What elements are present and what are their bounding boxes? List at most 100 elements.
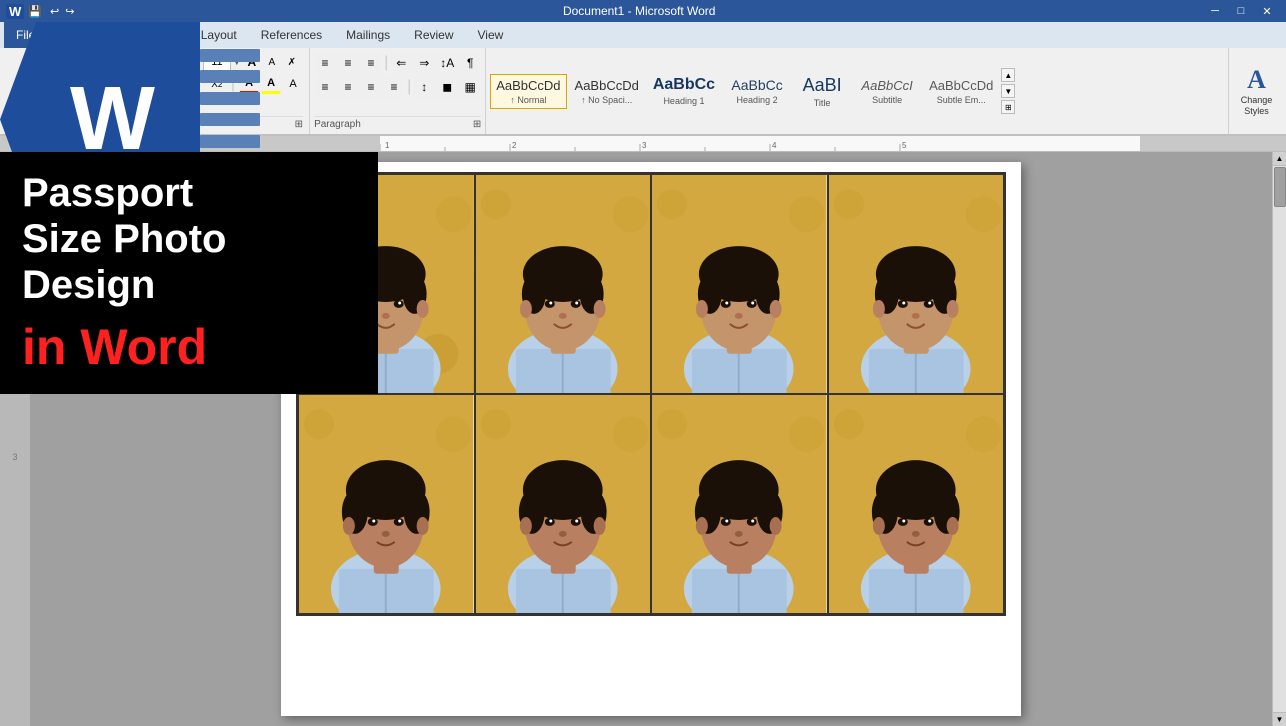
justify-btn[interactable]: ≡: [383, 76, 405, 98]
font-name-dropdown[interactable]: ▼: [193, 58, 201, 67]
quick-access-save[interactable]: 💾: [24, 5, 46, 18]
copy-btn[interactable]: ⎘: [27, 91, 44, 108]
underline-btn[interactable]: U: [125, 74, 145, 94]
cut-btn[interactable]: ✂: [8, 91, 25, 108]
tab-references[interactable]: References: [249, 22, 334, 48]
bold-btn[interactable]: B: [81, 74, 101, 94]
style-subtitle[interactable]: AaBbCcI Subtitle: [853, 74, 921, 109]
ribbon-tabs: File Home Insert Page Layout References …: [0, 22, 1286, 48]
title-bar: W 💾 ↩ ↪ Document1 - Microsoft Word ─ □ ✕: [0, 0, 1286, 22]
text-effects-btn[interactable]: A: [283, 74, 303, 94]
text-overlay-panel: Passport Size Photo Design in Word: [0, 152, 378, 394]
align-center-btn[interactable]: ≡: [337, 76, 359, 98]
style-no-spacing-label: ↑ No Spaci...: [581, 95, 632, 105]
tab-page-layout[interactable]: Page Layout: [157, 22, 248, 48]
title-bar-title: Document1 - Microsoft Word: [76, 4, 1202, 18]
tab-home[interactable]: Home: [47, 22, 103, 48]
styles-scroll-down[interactable]: ▼: [1001, 84, 1015, 98]
decrease-indent-btn[interactable]: ⇐: [390, 52, 412, 74]
tab-insert[interactable]: Insert: [103, 22, 157, 48]
ribbon-content: 📋 ✂ ⎘ 🖌 Clipboard ▼ ▼ A A ✗ B: [0, 48, 1286, 136]
document-page: [281, 162, 1021, 716]
style-title-preview: AaBI: [803, 75, 842, 96]
photo-grid: [296, 172, 1006, 616]
style-normal-label: ↑ Normal: [510, 95, 546, 105]
style-heading2[interactable]: AaBbCc Heading 2: [723, 73, 791, 109]
photo-cell-5: [298, 394, 475, 614]
style-subtitle-preview: AaBbCcI: [861, 78, 912, 93]
italic-btn[interactable]: I: [103, 74, 123, 94]
font-group: ▼ ▼ A A ✗ B I U | abc X2 X2 | A A A: [75, 48, 310, 134]
window-minimize[interactable]: ─: [1202, 1, 1228, 21]
strikethrough-btn[interactable]: abc: [157, 74, 183, 94]
scroll-down-btn[interactable]: ▼: [1273, 712, 1286, 726]
style-subtitle-label: Subtitle: [872, 95, 902, 105]
photo-cell-7: [651, 394, 828, 614]
svg-text:1: 1: [385, 141, 390, 150]
scroll-up-btn[interactable]: ▲: [1273, 152, 1286, 166]
font-group-label: Font⊞: [81, 116, 303, 130]
align-left-btn[interactable]: ≡: [314, 76, 336, 98]
line-spacing-btn[interactable]: ↕: [413, 76, 435, 98]
photo-cell-6: [475, 394, 652, 614]
style-title[interactable]: AaBI Title: [793, 71, 851, 112]
show-marks-btn[interactable]: ¶: [459, 52, 481, 74]
overlay-title-line1: Passport: [22, 171, 193, 215]
overlay-subtitle: in Word: [22, 318, 356, 376]
sort-btn[interactable]: ↕A: [436, 52, 458, 74]
format-painter-btn[interactable]: 🖌: [46, 91, 68, 108]
change-styles-icon: A: [1247, 65, 1266, 95]
font-color-btn[interactable]: A: [239, 74, 259, 94]
style-subtle-em-label: Subtle Em...: [937, 95, 986, 105]
svg-text:2: 2: [512, 141, 517, 150]
style-no-spacing[interactable]: AaBbCcDd ↑ No Spaci...: [569, 74, 645, 109]
subscript-btn[interactable]: X2: [185, 74, 205, 94]
align-right-btn[interactable]: ≡: [360, 76, 382, 98]
quick-access-redo[interactable]: ↪: [63, 5, 76, 18]
window-close[interactable]: ✕: [1254, 1, 1280, 21]
shading-btn[interactable]: ◼: [436, 76, 458, 98]
scrollbar-vertical[interactable]: ▲ ▼: [1272, 152, 1286, 726]
tab-review[interactable]: Review: [402, 22, 465, 48]
change-styles-btn[interactable]: A ChangeStyles: [1229, 48, 1284, 134]
style-no-spacing-preview: AaBbCcDd: [575, 78, 639, 93]
svg-text:3: 3: [642, 141, 647, 150]
styles-scroll-up[interactable]: ▲: [1001, 68, 1015, 82]
style-heading1-label: Heading 1: [663, 96, 704, 106]
superscript-btn[interactable]: X2: [207, 74, 227, 94]
app-window: W 💾 ↩ ↪ Document1 - Microsoft Word ─ □ ✕…: [0, 0, 1286, 726]
photo-cell-3: [651, 174, 828, 394]
style-subtle-em-preview: AaBbCcDd: [929, 78, 993, 93]
font-increase-btn[interactable]: A: [243, 53, 261, 71]
numbering-btn[interactable]: ≡: [337, 52, 359, 74]
style-heading2-label: Heading 2: [737, 95, 778, 105]
photo-cell-2: [475, 174, 652, 394]
style-normal[interactable]: AaBbCcDd ↑ Normal: [490, 74, 566, 109]
paste-btn[interactable]: 📋: [21, 56, 56, 89]
svg-text:4: 4: [772, 141, 777, 150]
scroll-thumb[interactable]: [1274, 167, 1286, 207]
tab-file[interactable]: File: [4, 22, 47, 48]
clear-format-btn[interactable]: ✗: [283, 53, 301, 71]
highlight-btn[interactable]: A: [261, 74, 281, 94]
tab-view[interactable]: View: [466, 22, 516, 48]
change-styles-label: ChangeStyles: [1241, 95, 1273, 117]
font-name-input[interactable]: [81, 52, 191, 72]
styles-more[interactable]: ⊞: [1001, 100, 1015, 114]
photo-cell-8: [828, 394, 1005, 614]
tab-mailings[interactable]: Mailings: [334, 22, 402, 48]
quick-access-undo[interactable]: ↩: [46, 5, 63, 18]
overlay-title: Passport Size Photo Design: [22, 170, 356, 308]
multilevel-btn[interactable]: ≡: [360, 52, 382, 74]
font-size-dropdown[interactable]: ▼: [233, 58, 241, 67]
font-decrease-btn[interactable]: A: [263, 53, 281, 71]
window-maximize[interactable]: □: [1228, 1, 1254, 21]
overlay-title-line2: Size Photo: [22, 217, 226, 261]
ruler-num-3: 3: [12, 452, 17, 462]
style-subtle-em[interactable]: AaBbCcDd Subtle Em...: [923, 74, 999, 109]
style-heading1[interactable]: AaBbCc Heading 1: [647, 72, 721, 110]
borders-btn[interactable]: ▦: [459, 76, 481, 98]
bullets-btn[interactable]: ≡: [314, 52, 336, 74]
font-size-input[interactable]: [203, 52, 231, 72]
increase-indent-btn[interactable]: ⇒: [413, 52, 435, 74]
